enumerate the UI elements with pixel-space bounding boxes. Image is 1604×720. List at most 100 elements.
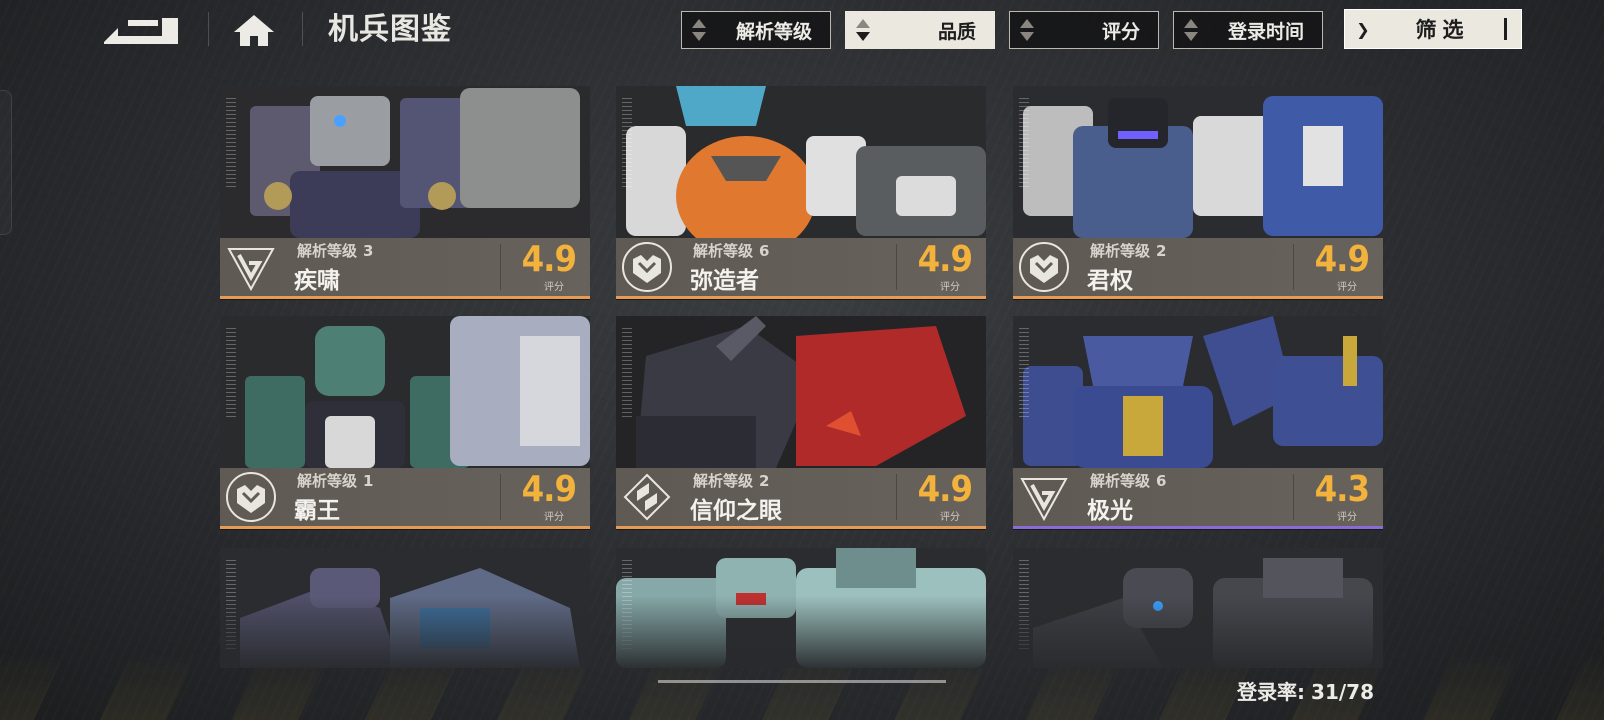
chevron-down-icon: ❯	[1356, 19, 1370, 39]
back-arrow-icon	[104, 18, 178, 44]
filter-button[interactable]: ❯ 筛选	[1344, 9, 1522, 49]
mech-score: 4.9	[1314, 239, 1370, 280]
barcode-decoration	[226, 328, 236, 418]
mech-score: 4.9	[917, 239, 973, 280]
analysis-level: 解析等级 1	[297, 472, 374, 490]
header-divider	[302, 12, 303, 46]
mech-score: 4.9	[521, 469, 577, 510]
mech-name: 弥造者	[690, 268, 759, 294]
info-divider	[1293, 244, 1294, 290]
mech-portrait	[220, 316, 590, 468]
barcode-decoration	[1019, 98, 1029, 188]
collection-rate: 登录率: 31/78	[1237, 676, 1374, 705]
mech-name: 信仰之眼	[690, 498, 782, 524]
filter-bar-icon	[1504, 18, 1507, 40]
score-label: 评分	[544, 282, 564, 293]
diamond-emblem-icon	[623, 473, 671, 521]
sort-arrows-icon	[846, 12, 880, 48]
analysis-level: 解析等级 3	[297, 242, 374, 260]
mech-card[interactable]: 解析等级 6 极光 4.3 评分	[1013, 316, 1383, 530]
m-shield-emblem-icon	[226, 472, 276, 522]
mech-card[interactable]: 解析等级 1 霸王 4.9 评分	[220, 316, 590, 530]
rarity-accent-bar	[1013, 526, 1383, 529]
filter-label: 筛选	[1415, 18, 1470, 42]
sort-label: 品质	[937, 20, 976, 43]
home-button[interactable]	[232, 12, 276, 48]
sort-arrows-icon	[1174, 12, 1208, 48]
mech-score: 4.9	[917, 469, 973, 510]
mech-portrait	[616, 316, 986, 468]
mech-name: 极光	[1087, 498, 1133, 524]
mech-card[interactable]: 解析等级 3 疾啸 4.9 评分	[220, 86, 590, 300]
card-info-bar: 解析等级 2 君权 4.9 评分	[1013, 238, 1383, 296]
rarity-accent-bar	[616, 296, 986, 299]
barcode-decoration	[622, 98, 632, 188]
rarity-accent-bar	[220, 296, 590, 299]
sort-by-login-time-button[interactable]: 登录时间	[1173, 11, 1323, 49]
page-title: 机兵图鉴	[328, 12, 452, 47]
analysis-level: 解析等级 6	[1090, 472, 1167, 490]
score-label: 评分	[940, 282, 960, 293]
mech-card[interactable]	[1013, 548, 1383, 668]
scroll-fade	[1013, 548, 1383, 668]
card-info-bar: 解析等级 1 霸王 4.9 评分	[220, 468, 590, 526]
analysis-level: 解析等级 2	[693, 472, 770, 490]
sort-by-quality-button[interactable]: 品质	[845, 11, 995, 49]
sort-arrows-icon	[1010, 12, 1044, 48]
sort-arrows-icon	[682, 12, 716, 48]
mech-portrait	[616, 86, 986, 238]
rarity-accent-bar	[616, 526, 986, 529]
mech-card[interactable]: 解析等级 2 君权 4.9 评分	[1013, 86, 1383, 300]
score-label: 评分	[940, 512, 960, 523]
card-info-bar: 解析等级 6 极光 4.3 评分	[1013, 468, 1383, 526]
info-divider	[896, 474, 897, 520]
sort-label: 解析等级	[735, 20, 812, 43]
barcode-decoration	[622, 328, 632, 418]
back-button[interactable]	[100, 12, 182, 46]
header-divider	[208, 12, 209, 46]
rarity-accent-bar	[220, 526, 590, 529]
scroll-fade	[616, 548, 986, 668]
mech-card[interactable]: 解析等级 6 弥造者 4.9 评分	[616, 86, 986, 300]
mech-name: 霸王	[294, 498, 340, 524]
mech-portrait	[1013, 86, 1383, 238]
scroll-fade	[220, 548, 590, 668]
mech-portrait	[1013, 548, 1383, 668]
info-divider	[1293, 474, 1294, 520]
mech-card[interactable]: 解析等级 2 信仰之眼 4.9 评分	[616, 316, 986, 530]
sort-label: 登录时间	[1227, 20, 1304, 43]
analysis-level: 解析等级 2	[1090, 242, 1167, 260]
mech-portrait	[616, 548, 986, 668]
mech-portrait	[1013, 316, 1383, 468]
score-label: 评分	[1337, 512, 1357, 523]
rarity-accent-bar	[1013, 296, 1383, 299]
sort-by-level-button[interactable]: 解析等级	[681, 11, 831, 49]
rate-value: 31/78	[1311, 680, 1374, 704]
analysis-level: 解析等级 6	[693, 242, 770, 260]
mech-portrait	[220, 86, 590, 238]
info-divider	[500, 244, 501, 290]
card-info-bar: 解析等级 6 弥造者 4.9 评分	[616, 238, 986, 296]
mech-name: 君权	[1087, 268, 1133, 294]
barcode-decoration	[226, 98, 236, 188]
mech-portrait	[220, 548, 590, 668]
home-icon	[234, 15, 274, 46]
score-label: 评分	[1337, 282, 1357, 293]
sort-by-score-button[interactable]: 评分	[1009, 11, 1159, 49]
mech-score: 4.9	[521, 239, 577, 280]
card-info-bar: 解析等级 2 信仰之眼 4.9 评分	[616, 468, 986, 526]
mech-card[interactable]	[616, 548, 986, 668]
mech-card[interactable]	[220, 548, 590, 668]
card-info-bar: 解析等级 3 疾啸 4.9 评分	[220, 238, 590, 296]
score-label: 评分	[544, 512, 564, 523]
triangle-emblem-icon	[1020, 478, 1068, 522]
horizontal-scrollbar[interactable]	[658, 680, 946, 683]
mech-score: 4.3	[1314, 469, 1370, 510]
info-divider	[500, 474, 501, 520]
side-drawer-handle[interactable]	[0, 90, 12, 235]
mech-name: 疾啸	[294, 268, 340, 294]
barcode-decoration	[1019, 328, 1029, 418]
m-shield-emblem-icon	[1019, 242, 1069, 292]
triangle-emblem-icon	[227, 248, 275, 292]
rate-label: 登录率:	[1237, 680, 1306, 704]
